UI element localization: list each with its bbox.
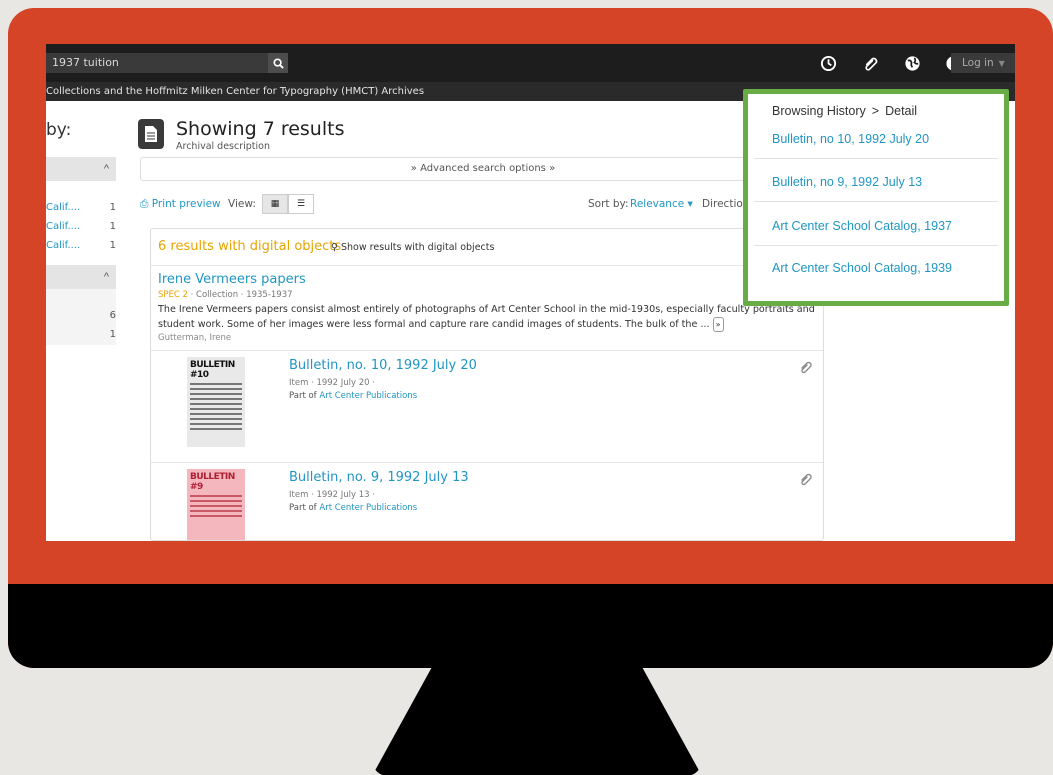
record-title[interactable]: Bulletin, no. 10, 1992 July 20 [289,358,477,373]
divider [151,462,823,463]
list-view-button[interactable]: ☰ [288,194,314,214]
history-item[interactable]: Art Center School Catalog, 1937 [772,219,952,233]
breadcrumb-root[interactable]: Browsing History [772,104,866,118]
facet-item[interactable]: 6 [46,310,116,321]
record-description: The Irene Vermeers papers consist almost… [158,303,818,332]
double-chevron-down-icon: » [410,163,417,174]
search-icon [272,57,284,69]
record-title[interactable]: Irene Vermeers papers [158,272,306,287]
divider [754,201,998,202]
breadcrumb-separator: > [871,104,880,118]
divider [754,158,998,159]
grid-view-icon: ▦ [270,199,280,209]
history-item[interactable]: Bulletin, no 9, 1992 July 13 [772,175,922,189]
results-panel: 6 results with digital objects ⚲ Show re… [150,228,824,541]
clock-icon[interactable] [818,53,838,73]
login-button[interactable]: Log in ▼ [951,53,1015,73]
advanced-search-toggle[interactable]: » Advanced search options » [140,157,826,181]
divider [151,265,823,266]
breadcrumb-current: Detail [885,104,918,118]
record-thumbnail[interactable]: BULLETIN #10 [187,357,245,447]
login-label: Log in [962,57,994,69]
clip-icon[interactable] [861,53,881,73]
facet-toggle-b[interactable]: ^ [46,265,116,289]
print-preview-link[interactable]: ⎙ Print preview [140,198,221,211]
browsing-history-popover: Browsing History > Detail Bulletin, no 10,… [743,89,1009,306]
sort-label: Sort by: [588,198,629,210]
facet-item[interactable]: Calif.... 1 [46,221,116,232]
print-preview-label: Print preview [151,198,221,210]
caret-down-icon: ▼ [998,59,1005,68]
page-subtitle: Archival description [176,141,271,152]
divider [754,245,998,246]
reference-code: SPEC 2 [158,290,188,300]
facet-heading: by: [46,120,72,140]
double-chevron-down-icon: » [549,163,556,174]
history-item[interactable]: Art Center School Catalog, 1939 [772,261,952,275]
page-title: Showing 7 results [176,118,345,140]
advanced-search-label: Advanced search options [420,163,546,174]
breadcrumb: Browsing History > Detail [772,104,917,118]
monitor-chin [8,584,1053,668]
facet-item[interactable]: 1 [46,329,116,340]
search-icon: ⚲ [331,242,338,253]
print-icon: ⎙ [140,198,149,210]
history-item[interactable]: Bulletin, no 10, 1992 July 20 [772,132,929,146]
chevron-up-icon: ^ [103,271,109,283]
monitor-stand [372,668,702,775]
facet-item[interactable]: Calif.... 1 [46,240,116,251]
top-navbar: 1937 tuition Log in ▼ [46,44,1015,82]
record-meta: Item · 1992 July 20 · [289,378,375,388]
results-toolbar: ⎙ Print preview View: ▦ ☰ Sort by: Relev… [138,194,824,216]
record-part-of: Part of Art Center Publications [289,391,418,401]
record-meta: Item · 1992 July 13 · [289,490,375,500]
divider [151,350,823,351]
paperclip-icon [801,361,812,374]
search-input[interactable]: 1937 tuition [46,53,288,73]
globe-icon[interactable] [902,53,922,73]
record-thumbnail[interactable]: BULLETIN #9 [187,469,245,540]
record-part-of: Part of Art Center Publications [289,503,418,513]
document-icon [138,119,164,149]
collection-link[interactable]: Art Center Publications [319,391,417,401]
list-view-icon: ☰ [296,199,306,209]
expand-button[interactable]: » [712,316,724,332]
chevron-up-icon: ^ [103,163,109,175]
view-label: View: [228,198,256,210]
digital-results-heading: 6 results with digital objects [158,239,342,254]
paperclip-icon [801,473,812,486]
collection-link[interactable]: Art Center Publications [319,503,417,513]
search-button[interactable] [268,53,288,73]
record-meta: SPEC 2 · Collection · 1935-1937 [158,290,293,300]
repository-title[interactable]: Collections and the Hoffmitz Milken Cent… [46,86,424,97]
digital-results-link[interactable]: ⚲ Show results with digital objects [331,242,494,253]
facet-toggle-a[interactable]: ^ [46,157,116,181]
facet-item[interactable]: Calif.... 1 [46,202,116,213]
grid-view-button[interactable]: ▦ [262,194,288,214]
record-title[interactable]: Bulletin, no. 9, 1992 July 13 [289,470,469,485]
sort-select[interactable]: Relevance ▾ [630,198,693,210]
record-creator: Gutterman, Irene [158,333,232,343]
main-content: Showing 7 results Archival description »… [138,101,826,541]
